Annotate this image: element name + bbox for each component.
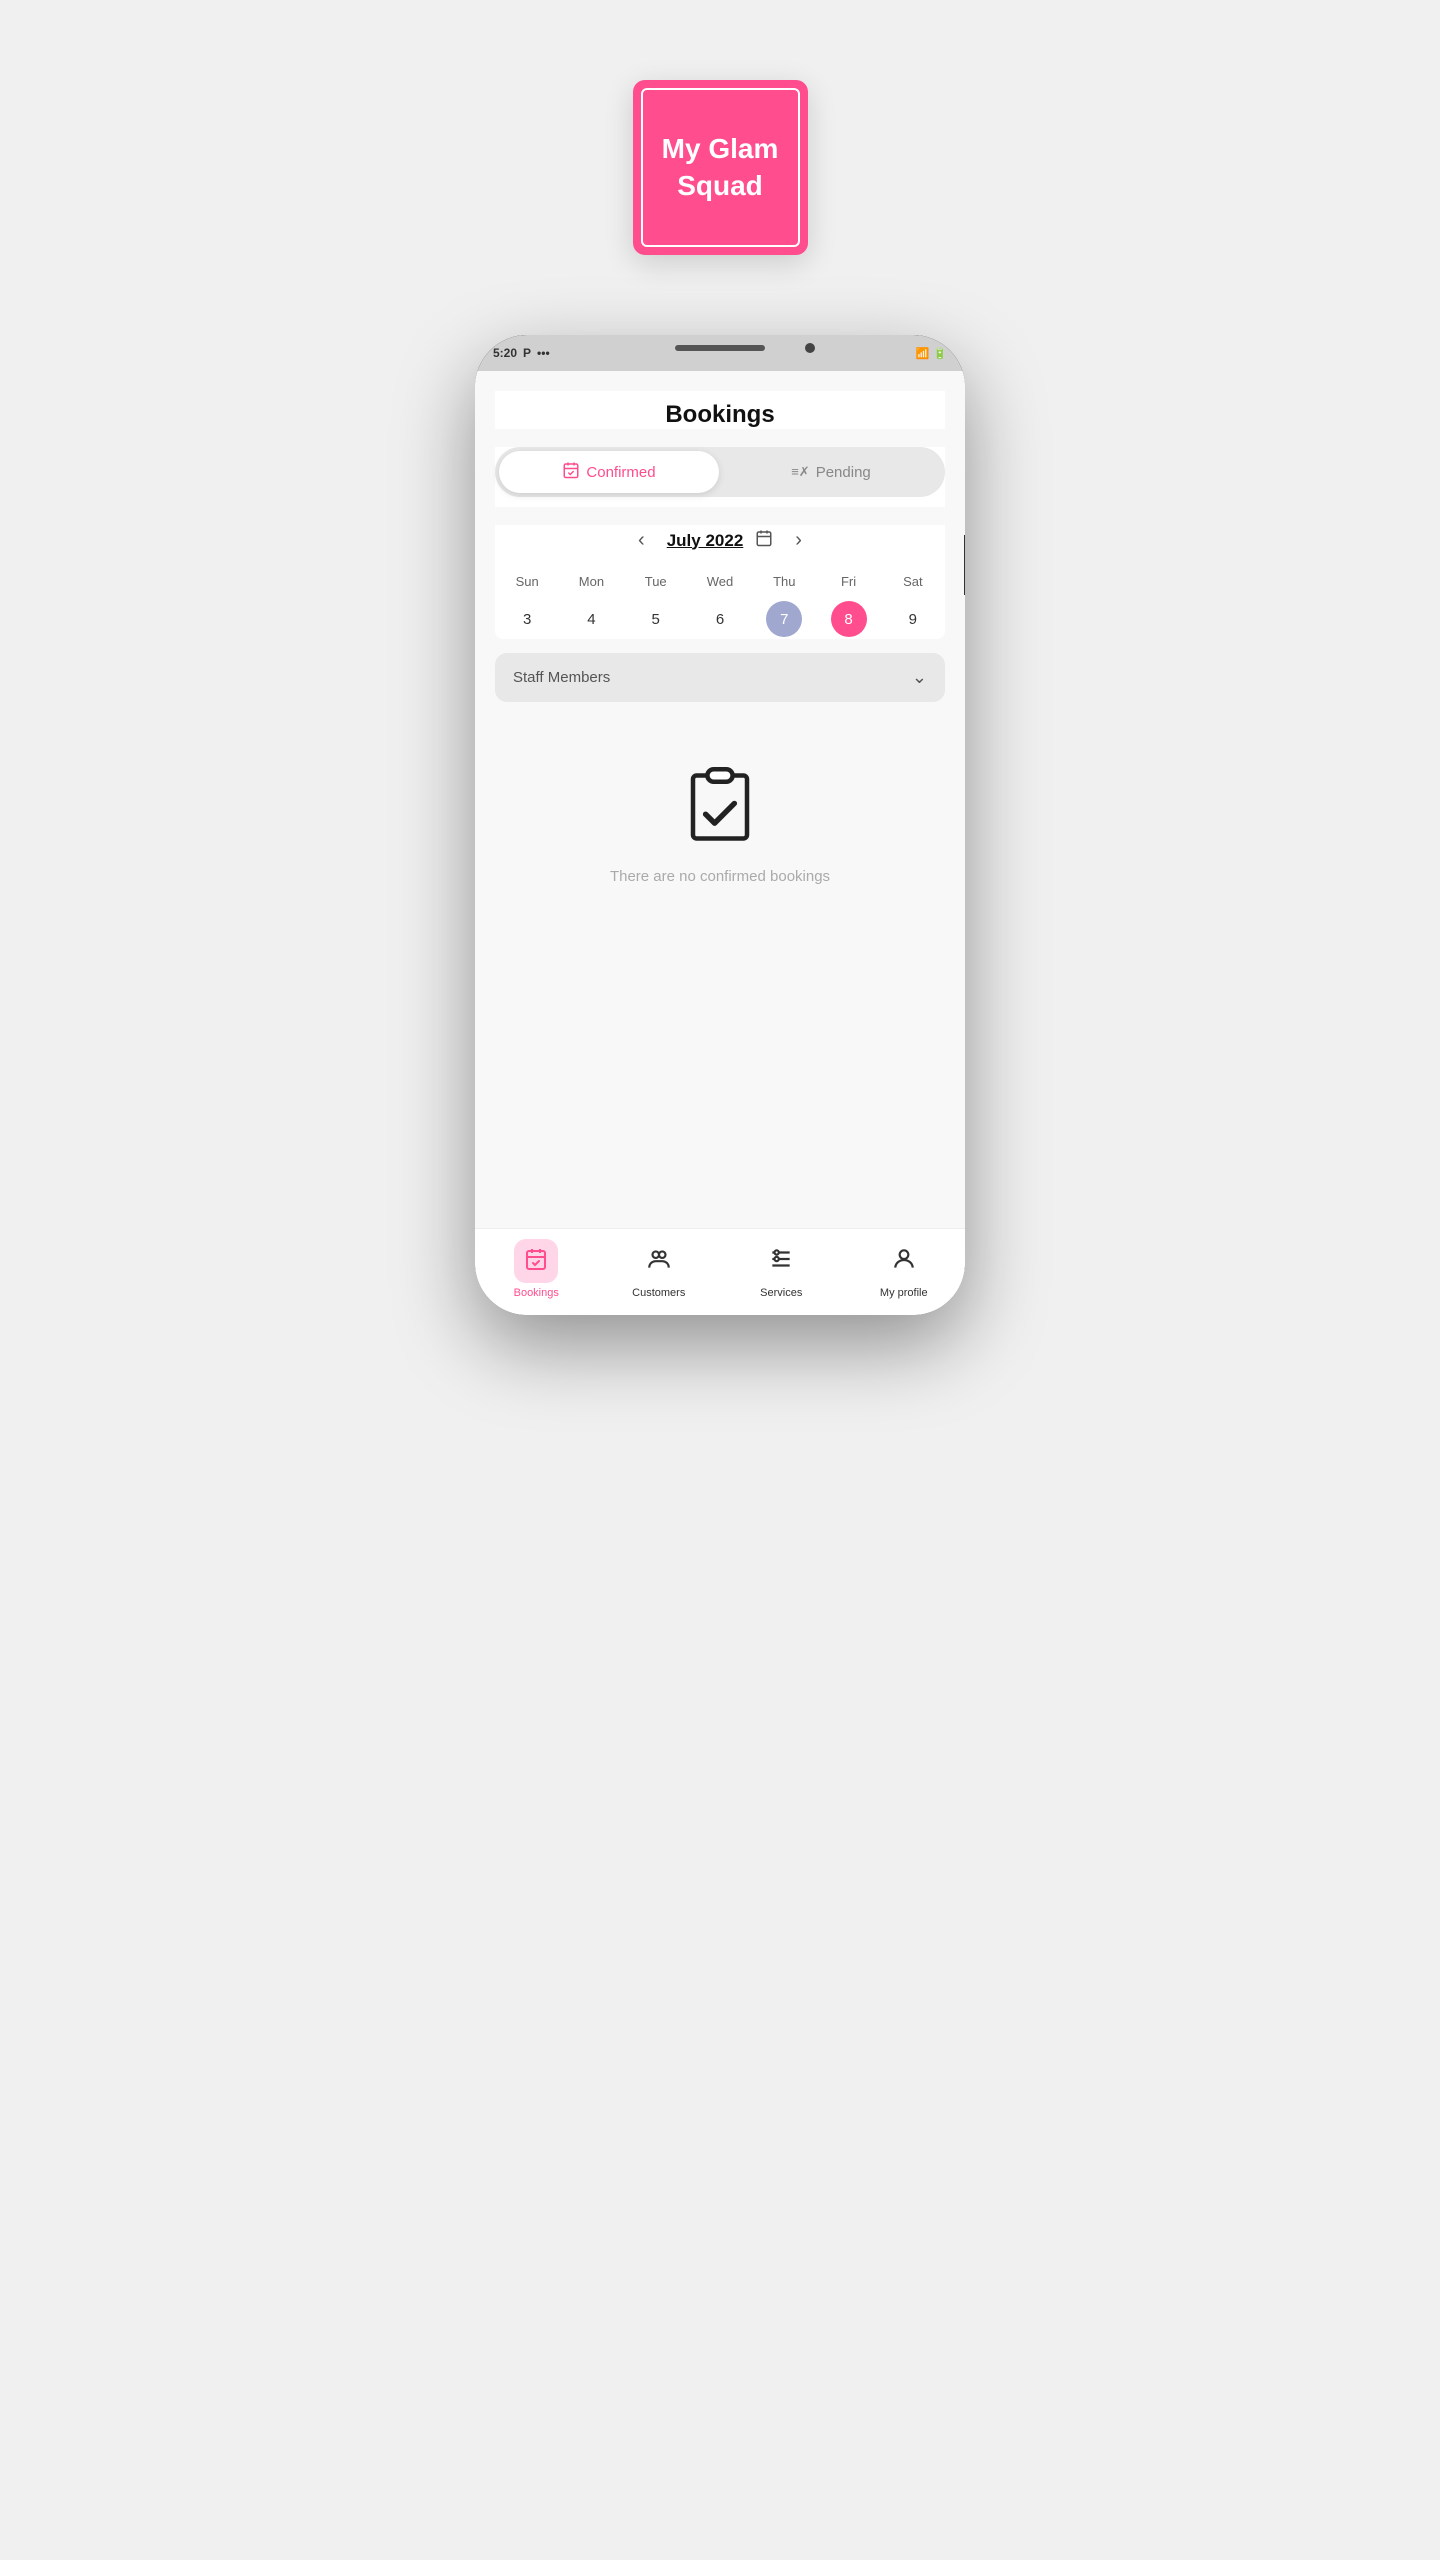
phone-frame: 5:20 P ••• 📶 🔋 Bookings xyxy=(475,335,965,1315)
calendar-days-header: Sun Mon Tue Wed Thu Fri Sat xyxy=(495,570,945,593)
phone-camera xyxy=(805,343,815,353)
status-bar: 5:20 P ••• 📶 🔋 xyxy=(475,335,965,371)
nav-item-services[interactable]: Services xyxy=(720,1239,843,1299)
page-title: Bookings xyxy=(495,401,945,429)
status-left: 5:20 P ••• xyxy=(493,346,550,360)
chevron-down-icon: ⌄ xyxy=(912,667,927,688)
phone-screen: Bookings Confirmed xyxy=(475,371,965,1315)
services-nav-label: Services xyxy=(760,1287,802,1299)
date-7[interactable]: 7 xyxy=(752,599,816,639)
customers-nav-icon xyxy=(646,1246,672,1277)
empty-bookings-icon xyxy=(675,762,765,852)
day-fri: Fri xyxy=(816,570,880,593)
day-thu: Thu xyxy=(752,570,816,593)
date-8[interactable]: 8 xyxy=(816,599,880,639)
bookings-nav-label: Bookings xyxy=(514,1287,559,1299)
bottom-nav: Bookings Customers xyxy=(475,1228,965,1315)
calendar-dates: 3 4 5 6 7 8 9 xyxy=(495,599,945,639)
calendar-icon[interactable] xyxy=(755,529,773,552)
phone-speaker xyxy=(675,345,765,351)
tabs-container: Confirmed ≡✗ Pending xyxy=(495,447,945,507)
app-content: Bookings Confirmed xyxy=(475,371,965,1228)
logo-text: My GlamSquad xyxy=(662,131,779,204)
calendar-header: ‹ July 2022 › xyxy=(495,525,945,556)
carrier-icon: P xyxy=(523,346,531,360)
day-sun: Sun xyxy=(495,570,559,593)
day-sat: Sat xyxy=(881,570,945,593)
my-profile-nav-icon xyxy=(891,1246,917,1277)
pending-tab-icon: ≡✗ xyxy=(791,464,809,480)
status-right: 📶 🔋 xyxy=(916,347,947,360)
time-display: 5:20 xyxy=(493,346,517,360)
day-mon: Mon xyxy=(559,570,623,593)
customers-nav-icon-wrap xyxy=(637,1239,681,1283)
date-6[interactable]: 6 xyxy=(688,599,752,639)
prev-month-button[interactable]: ‹ xyxy=(628,525,655,556)
confirmed-tab-icon xyxy=(562,461,580,483)
next-month-button[interactable]: › xyxy=(785,525,812,556)
wifi-icon: 📶 xyxy=(916,347,930,360)
date-3[interactable]: 3 xyxy=(495,599,559,639)
services-nav-icon xyxy=(768,1246,794,1277)
bookings-nav-icon xyxy=(524,1247,548,1276)
confirmed-tab-label: Confirmed xyxy=(586,464,655,481)
nav-item-my-profile[interactable]: My profile xyxy=(843,1239,966,1299)
my-profile-nav-icon-wrap xyxy=(882,1239,926,1283)
app-logo: My GlamSquad xyxy=(633,80,808,255)
empty-state: There are no confirmed bookings xyxy=(495,722,945,925)
day-wed: Wed xyxy=(688,570,752,593)
customers-nav-label: Customers xyxy=(632,1287,685,1299)
nav-item-bookings[interactable]: Bookings xyxy=(475,1239,598,1299)
dots-icon: ••• xyxy=(537,346,550,360)
pending-tab-label: Pending xyxy=(816,464,871,481)
tab-pending[interactable]: ≡✗ Pending xyxy=(721,451,941,493)
calendar-month-year: July 2022 xyxy=(667,531,744,551)
date-9[interactable]: 9 xyxy=(881,599,945,639)
calendar: ‹ July 2022 › Sun Mon Tue Wed Thu xyxy=(495,525,945,639)
date-5[interactable]: 5 xyxy=(624,599,688,639)
tab-confirmed[interactable]: Confirmed xyxy=(499,451,719,493)
services-nav-icon-wrap xyxy=(759,1239,803,1283)
battery-icon: 🔋 xyxy=(933,347,947,360)
bookings-nav-icon-wrap xyxy=(514,1239,558,1283)
staff-members-dropdown[interactable]: Staff Members ⌄ xyxy=(495,653,945,702)
my-profile-nav-label: My profile xyxy=(880,1287,928,1299)
date-4[interactable]: 4 xyxy=(559,599,623,639)
phone-side-button xyxy=(964,535,965,595)
staff-dropdown-label: Staff Members xyxy=(513,669,610,686)
empty-state-message: There are no confirmed bookings xyxy=(610,868,830,885)
nav-item-customers[interactable]: Customers xyxy=(598,1239,721,1299)
day-tue: Tue xyxy=(624,570,688,593)
